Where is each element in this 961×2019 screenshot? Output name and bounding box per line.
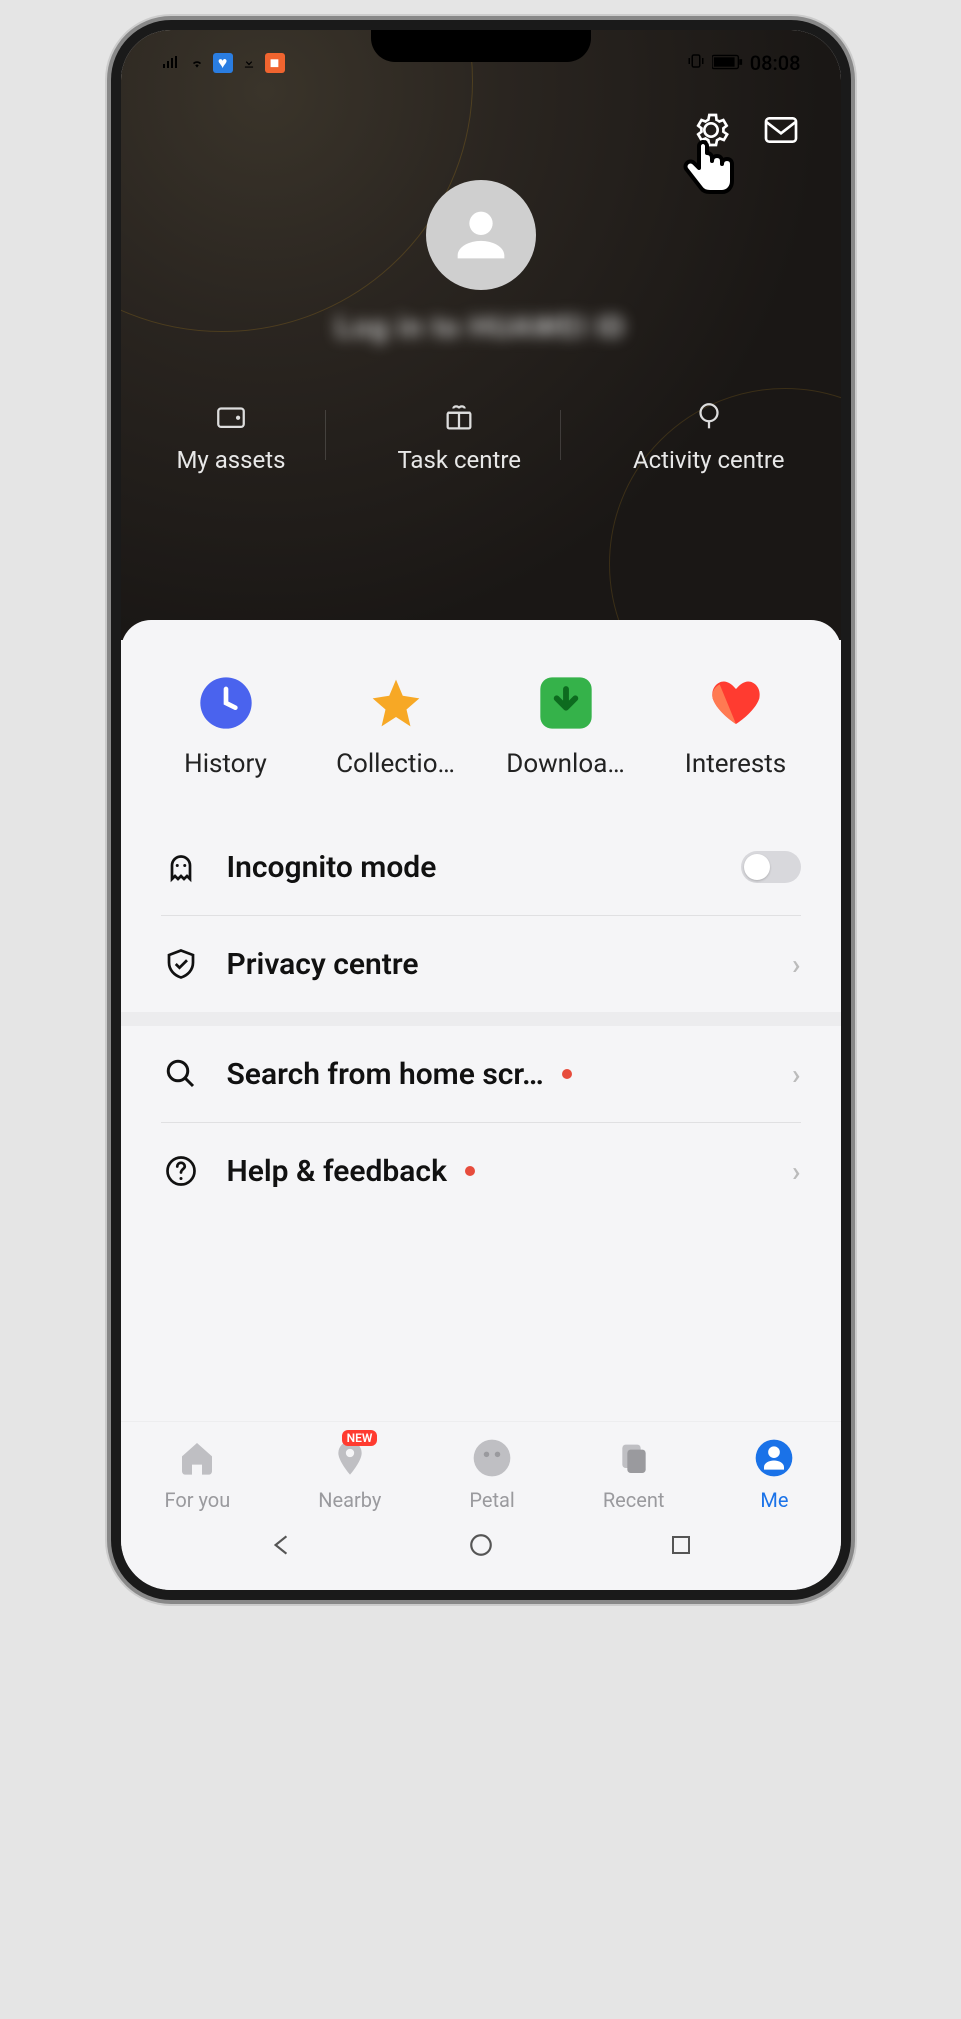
tile-label: My assets — [176, 446, 285, 474]
hero-actions — [691, 110, 801, 154]
vibrate-icon — [686, 51, 706, 75]
settings-group-1: Incognito mode Privacy centre › — [121, 819, 841, 1012]
status-time: 08:08 — [750, 51, 801, 75]
person-icon — [752, 1436, 796, 1480]
nav-for-you[interactable]: For you — [165, 1436, 231, 1512]
back-button[interactable] — [268, 1532, 294, 1562]
status-left: ♥ ■ — [161, 48, 285, 78]
display-notch — [371, 30, 591, 62]
nav-recent[interactable]: Recent — [603, 1436, 665, 1512]
new-badge: NEW — [342, 1430, 378, 1446]
avatar[interactable] — [426, 180, 536, 290]
nav-label: Nearby — [318, 1488, 381, 1512]
wifi-icon — [187, 53, 207, 73]
settings-group-2: Search from home scr… › Help & feedback … — [121, 1026, 841, 1219]
home-icon — [175, 1436, 219, 1480]
stack-icon — [612, 1436, 656, 1480]
status-right: 08:08 — [686, 48, 801, 78]
app-icon-2: ■ — [265, 53, 285, 73]
incognito-toggle[interactable] — [741, 851, 801, 883]
quick-history[interactable]: History — [161, 675, 291, 779]
main-card: History Collectio… Downloa… — [121, 620, 841, 1590]
balloon-icon — [692, 400, 726, 434]
row-incognito-mode[interactable]: Incognito mode — [161, 819, 801, 916]
tile-task-centre[interactable]: Task centre — [397, 400, 521, 474]
nav-label: For you — [165, 1488, 231, 1512]
download-icon — [538, 675, 594, 731]
search-icon — [161, 1056, 201, 1092]
star-icon — [368, 675, 424, 731]
gift-icon — [442, 400, 476, 434]
row-label: Search from home scr… — [227, 1057, 767, 1092]
clock-icon — [198, 675, 254, 731]
row-help-feedback[interactable]: Help & feedback › — [161, 1123, 801, 1219]
row-search-home[interactable]: Search from home scr… › — [161, 1026, 801, 1123]
row-label: Help & feedback — [227, 1154, 767, 1189]
ghost-icon — [161, 849, 201, 885]
recent-apps-button[interactable] — [669, 1533, 693, 1561]
chevron-right-icon: › — [792, 1058, 800, 1091]
chevron-right-icon: › — [792, 1155, 800, 1188]
tile-label: Activity centre — [633, 446, 785, 474]
quick-access-row: History Collectio… Downloa… — [121, 620, 841, 819]
settings-button[interactable] — [691, 110, 731, 154]
notification-dot — [562, 1069, 572, 1079]
quick-label: Interests — [685, 749, 786, 779]
quick-interests[interactable]: Interests — [671, 675, 801, 779]
heart-icon — [708, 675, 764, 731]
cursor-pointer-overlay — [673, 132, 745, 216]
android-nav-bar — [121, 1518, 841, 1590]
tile-label: Task centre — [397, 446, 521, 474]
nav-label: Me — [760, 1488, 788, 1512]
screen: ♥ ■ 08:08 — [121, 30, 841, 1590]
row-label: Incognito mode — [227, 850, 715, 885]
bottom-nav: For you NEW Nearby Petal Recent Me — [121, 1421, 841, 1518]
tile-activity-centre[interactable]: Activity centre — [633, 400, 785, 474]
mail-button[interactable] — [761, 110, 801, 154]
petal-icon — [470, 1436, 514, 1480]
mail-icon — [761, 110, 801, 150]
shield-icon — [161, 946, 201, 982]
row-label: Privacy centre — [227, 947, 767, 982]
signal-icon — [161, 53, 181, 73]
help-icon — [161, 1153, 201, 1189]
notification-dot — [465, 1166, 475, 1176]
hero-section: Log in to HUAWEI ID My assets Task centr… — [121, 30, 841, 640]
quick-collections[interactable]: Collectio… — [331, 675, 461, 779]
nav-label: Petal — [469, 1488, 514, 1512]
quick-label: Downloa… — [506, 749, 624, 779]
hero-tiles: My assets Task centre Activity centre — [121, 400, 841, 474]
battery-icon — [712, 51, 744, 75]
download-icon — [239, 53, 259, 73]
login-prompt[interactable]: Log in to HUAWEI ID — [335, 310, 625, 345]
quick-label: Collectio… — [336, 749, 455, 779]
row-privacy-centre[interactable]: Privacy centre › — [161, 916, 801, 1012]
nav-label: Recent — [603, 1488, 665, 1512]
app-icon-1: ♥ — [213, 53, 233, 73]
section-divider — [121, 1012, 841, 1026]
nav-petal[interactable]: Petal — [469, 1436, 514, 1512]
quick-label: History — [184, 749, 267, 779]
tile-my-assets[interactable]: My assets — [176, 400, 285, 474]
phone-frame: ♥ ■ 08:08 — [111, 20, 851, 1600]
home-button[interactable] — [468, 1532, 494, 1562]
quick-downloads[interactable]: Downloa… — [501, 675, 631, 779]
person-icon — [446, 200, 516, 270]
wallet-icon — [214, 400, 248, 434]
nav-me[interactable]: Me — [752, 1436, 796, 1512]
chevron-right-icon: › — [792, 948, 800, 981]
nav-nearby[interactable]: NEW Nearby — [318, 1436, 381, 1512]
